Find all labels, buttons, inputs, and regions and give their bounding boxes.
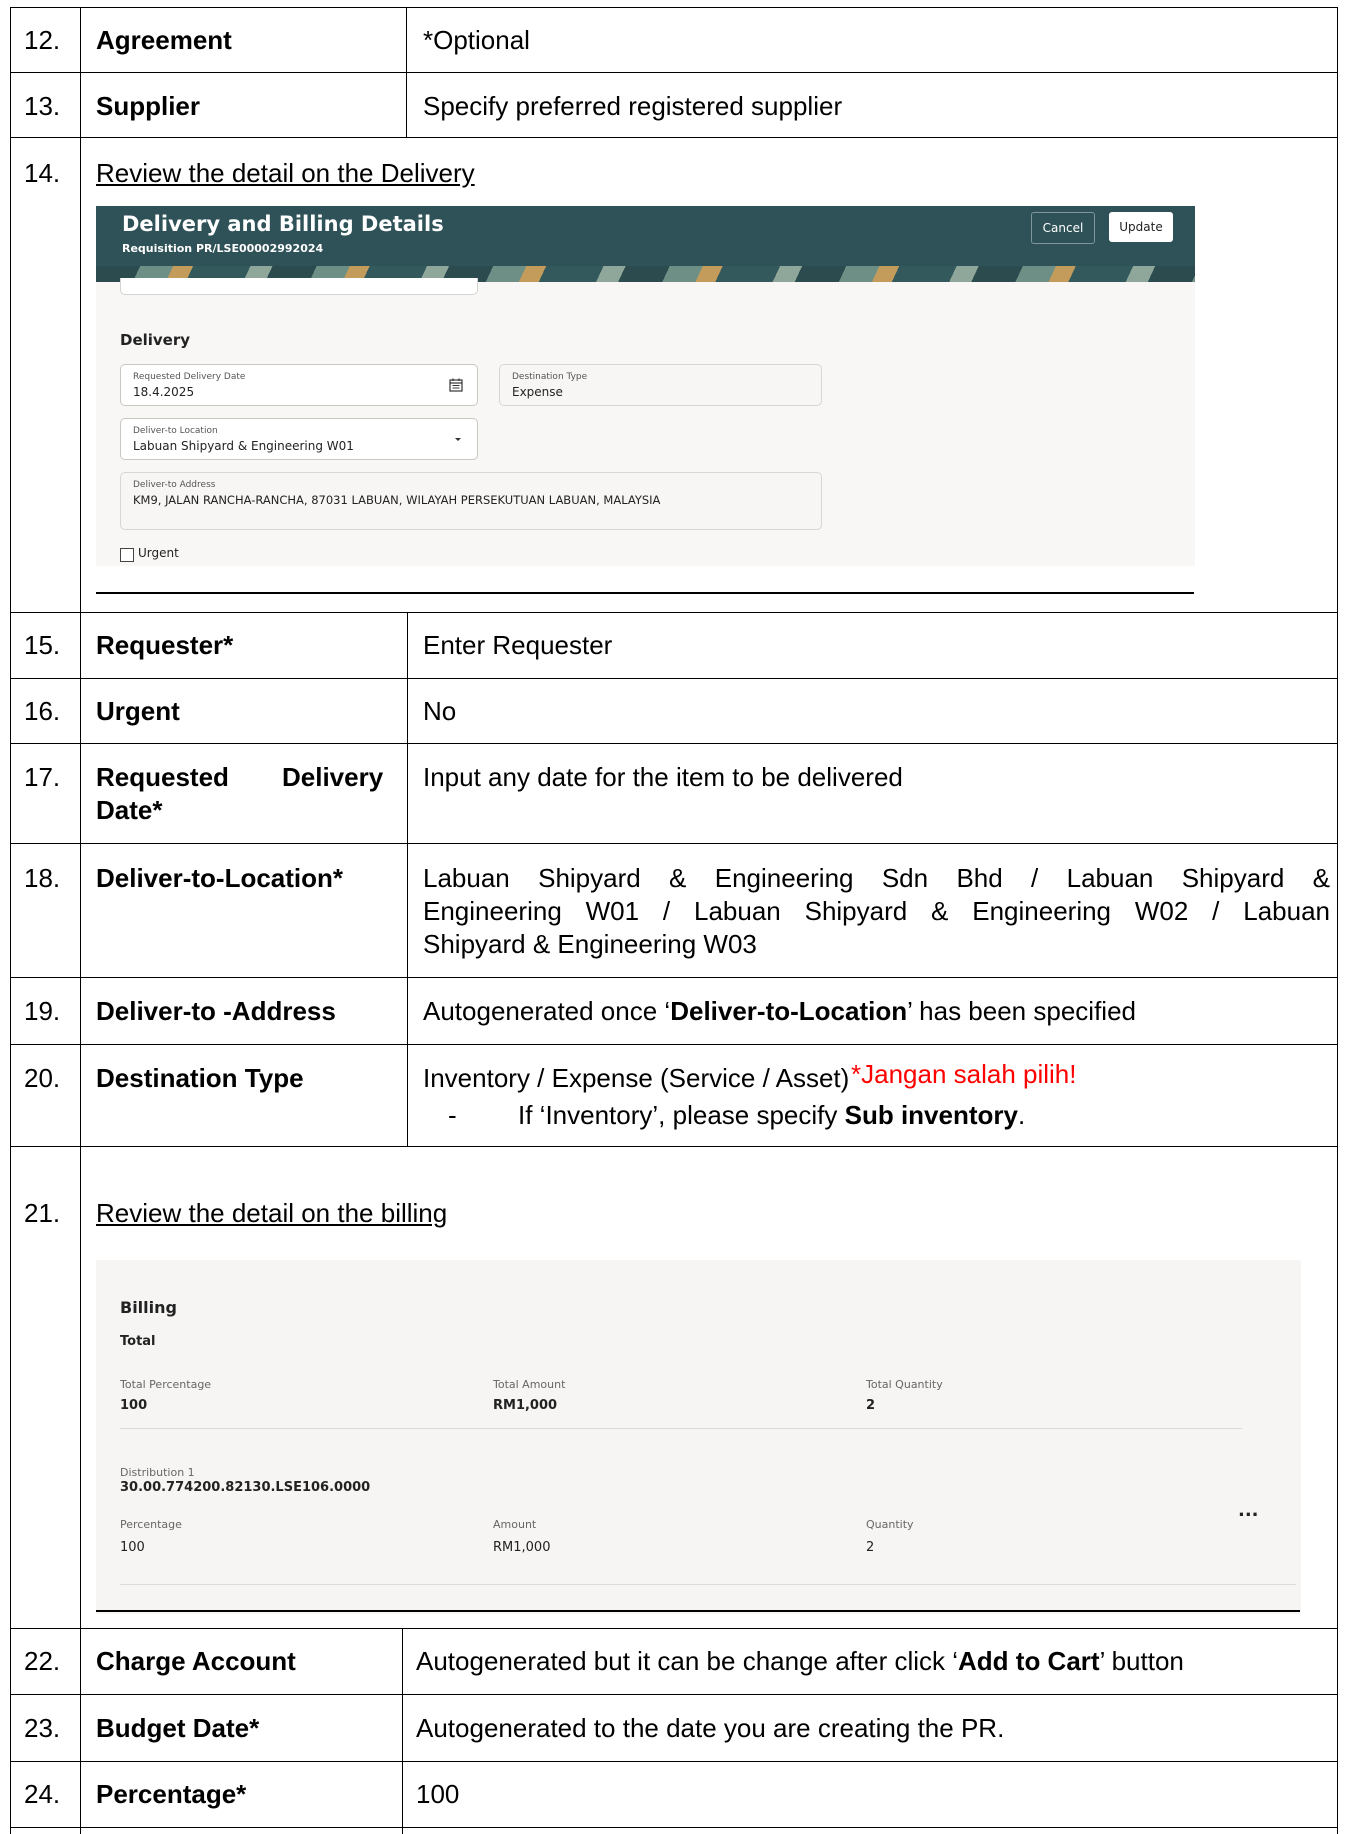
value-text: Autogenerated but it can be change after… <box>416 1646 959 1676</box>
delivery-screenshot: Delivery and Billing Details Requisition… <box>96 206 1195 566</box>
value-text: If ‘Inventory’, please specify <box>518 1100 845 1130</box>
value-emphasis: Sub inventory <box>844 1100 1018 1130</box>
total-percentage-value: 100 <box>120 1398 148 1413</box>
total-percentage-label: Total Percentage <box>120 1378 212 1391</box>
deliver-to-location-select[interactable]: Deliver-to Location Labuan Shipyard & En… <box>120 418 478 460</box>
field-value: Labuan Shipyard & Engineering W01 <box>133 439 354 453</box>
row-value: Input any date for the item to be delive… <box>423 762 903 792</box>
page-header: Delivery and Billing Details Requisition… <box>96 206 1195 282</box>
field-label: Deliver-to Address <box>133 480 216 490</box>
row-number: 22. <box>24 1646 61 1676</box>
row-value-line: Labuan Shipyard & Engineering Sdn Bhd / … <box>423 863 1330 893</box>
row-value: Autogenerated but it can be change after… <box>416 1645 1184 1678</box>
row-number: 24. <box>24 1779 61 1809</box>
row-label: Requested <box>96 762 229 792</box>
row-number: 17. <box>24 762 61 792</box>
page-subtitle: Requisition PR/LSE00002992024 <box>122 242 324 255</box>
row-value: Enter Requester <box>423 630 613 660</box>
field-label: Deliver-to Location <box>133 426 218 436</box>
screenshot-divider <box>96 1610 1300 1612</box>
section-title: Billing <box>120 1298 177 1317</box>
page-title: Delivery and Billing Details <box>122 212 444 236</box>
field-value: 18.4.2025 <box>133 385 195 399</box>
total-quantity-value: 2 <box>866 1398 876 1413</box>
field-value: KM9, JALAN RANCHA-RANCHA, 87031 LABUAN, … <box>133 493 661 507</box>
distribution-label: Distribution 1 <box>120 1466 195 1479</box>
row-label: Percentage* <box>96 1779 247 1809</box>
value-emphasis: Deliver-to-Location <box>670 996 908 1026</box>
total-quantity-label: Total Quantity <box>866 1378 943 1391</box>
bullet-dash: - <box>448 1100 457 1130</box>
percentage-label: Percentage <box>120 1518 182 1531</box>
row-value-line: Shipyard & Engineering W03 <box>423 929 757 959</box>
urgent-checkbox[interactable] <box>120 548 134 562</box>
value-text: Autogenerated once ‘ <box>423 996 671 1026</box>
row-label: Deliver-to-Location* <box>96 863 344 893</box>
distribution-account: 30.00.774200.82130.LSE106.0000 <box>120 1480 371 1495</box>
row-label: Charge Account <box>96 1646 296 1676</box>
row-number: 20. <box>24 1063 61 1093</box>
urgent-label: Urgent <box>138 546 179 560</box>
row-number: 15. <box>24 630 61 660</box>
row-label: Agreement <box>96 25 232 55</box>
row-label: Urgent <box>96 696 180 726</box>
row-number: 18. <box>24 863 61 893</box>
calendar-icon[interactable] <box>449 378 463 396</box>
row-value-line: Engineering W01 / Labuan Shipyard & Engi… <box>423 896 1330 926</box>
row-number: 23. <box>24 1713 61 1743</box>
field-label: Requested Delivery Date <box>133 372 246 382</box>
value-text: ’ has been specified <box>907 996 1136 1026</box>
row-value: Specify preferred registered supplier <box>423 91 843 121</box>
quantity-label: Quantity <box>866 1518 914 1531</box>
row-label: Destination Type <box>96 1063 304 1093</box>
total-amount-label: Total Amount <box>493 1378 566 1391</box>
billing-screenshot: Billing Total Total Percentage 100 Total… <box>96 1260 1301 1614</box>
amount-value: RM1,000 <box>493 1540 551 1555</box>
cancel-button[interactable]: Cancel <box>1031 212 1095 244</box>
section-title: Delivery <box>120 331 191 349</box>
update-button[interactable]: Update <box>1109 212 1173 242</box>
row-label: Deliver-to -Address <box>96 996 336 1026</box>
row-label: Requester* <box>96 630 234 660</box>
row-number: 14. <box>24 158 61 188</box>
requested-delivery-date-field[interactable]: Requested Delivery Date 18.4.2025 <box>120 364 478 406</box>
total-amount-value: RM1,000 <box>493 1398 558 1413</box>
row-value: Inventory / Expense (Service / Asset) <box>423 1063 850 1093</box>
row-number: 16. <box>24 696 61 726</box>
row-label: Budget Date* <box>96 1713 260 1743</box>
row-value: *Optional <box>423 25 530 55</box>
total-heading: Total <box>120 1334 156 1349</box>
screenshot-divider <box>96 592 1194 594</box>
row-value: Autogenerated once ‘Deliver-to-Location’… <box>423 995 1136 1028</box>
row-number: 13. <box>24 91 61 121</box>
field-value: Expense <box>512 385 563 399</box>
row-label: Delivery <box>282 762 384 792</box>
divider <box>120 1428 1242 1429</box>
value-text: ’ button <box>1099 1646 1184 1676</box>
row-number: 12. <box>24 25 61 55</box>
row-number: 19. <box>24 996 61 1026</box>
value-text: . <box>1017 1100 1026 1130</box>
bullet-text: If ‘Inventory’, please specify Sub inven… <box>518 1099 1025 1132</box>
percentage-value: 100 <box>120 1540 145 1555</box>
row-instruction: Review the detail on the Delivery <box>96 158 475 188</box>
row-instruction: Review the detail on the billing <box>96 1198 448 1228</box>
divider <box>120 1584 1296 1585</box>
more-actions-icon[interactable]: ... <box>1238 1500 1259 1521</box>
deliver-to-address-field: Deliver-to Address KM9, JALAN RANCHA-RAN… <box>120 472 822 530</box>
row-value: 100 <box>416 1779 460 1809</box>
previous-field-edge <box>120 278 478 295</box>
amount-label: Amount <box>493 1518 537 1531</box>
quantity-value: 2 <box>866 1540 875 1555</box>
row-label: Date* <box>96 795 163 825</box>
row-value: No <box>423 696 457 726</box>
row-value: Autogenerated to the date you are creati… <box>416 1713 1005 1743</box>
row-label: Supplier <box>96 91 201 121</box>
chevron-down-icon[interactable] <box>453 432 463 448</box>
row-number: 21. <box>24 1198 61 1228</box>
field-label: Destination Type <box>512 372 588 382</box>
destination-type-field: Destination Type Expense <box>499 364 822 406</box>
value-emphasis: Add to Cart <box>958 1646 1100 1676</box>
warning-text: *Jangan salah pilih! <box>851 1059 1077 1089</box>
